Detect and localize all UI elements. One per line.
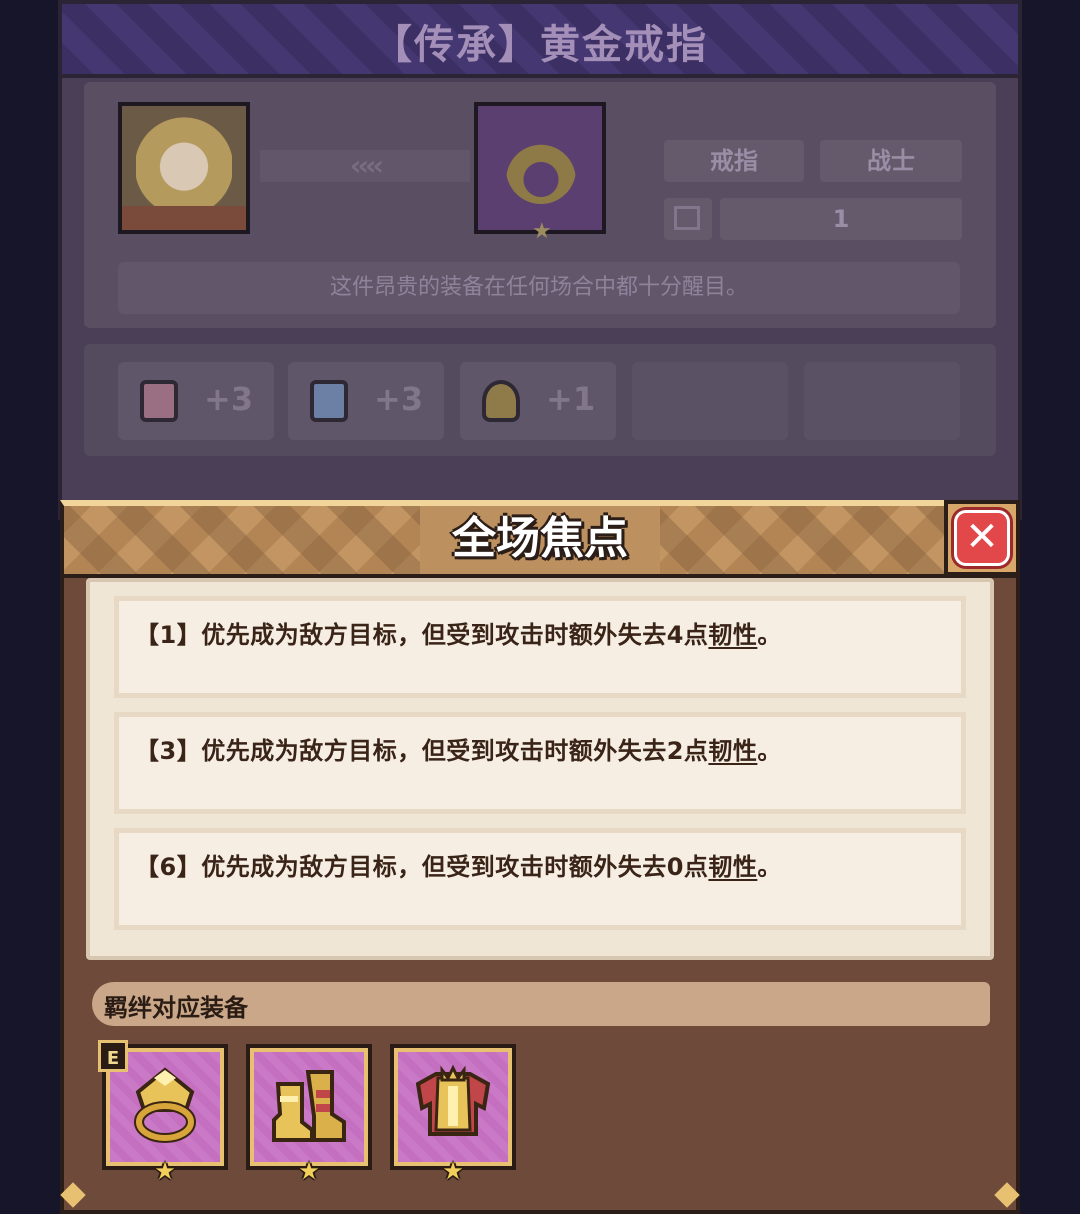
golden-ring-icon — [134, 1067, 196, 1143]
bond-item-golden-armor[interactable]: ★ — [390, 1044, 516, 1184]
equipment-slot: ★ — [474, 102, 606, 244]
equipment-type-label: 戒指 — [664, 140, 804, 182]
ring-icon — [506, 134, 576, 204]
golden-armor-icon — [415, 1064, 491, 1136]
effect-prefix: 【1】优先成为敌方目标，但受到攻击时额外失去4点 — [135, 621, 709, 649]
keyword-link-toughness[interactable]: 韧性 — [708, 621, 757, 649]
stat-armor: +3 — [118, 362, 274, 440]
effect-suffix: 。 — [757, 737, 782, 765]
bag-icon — [482, 380, 520, 422]
stat-bag: +1 — [460, 362, 616, 440]
portrait-stripe — [122, 206, 246, 230]
equipment-title: 【传承】黄金戒指 — [372, 22, 708, 68]
golden-boots-icon — [272, 1070, 346, 1142]
keyword-link-toughness[interactable]: 韧性 — [708, 853, 757, 881]
stat-empty-slot — [804, 362, 960, 440]
effect-card: 【3】优先成为敌方目标，但受到攻击时额外失去2点韧性。 — [114, 712, 966, 814]
effect-card: 【6】优先成为敌方目标，但受到攻击时额外失去0点韧性。 — [114, 828, 966, 930]
popup-title: 全场焦点 — [452, 513, 628, 564]
effect-text: 【6】优先成为敌方目标，但受到攻击时额外失去0点韧性。 — [135, 847, 782, 882]
hero-face-icon — [136, 116, 232, 208]
equipment-level-value: 1 — [720, 198, 962, 240]
keyword-link-toughness[interactable]: 韧性 — [708, 737, 757, 765]
armor-icon — [140, 380, 178, 422]
star-icon: ★ — [532, 219, 552, 244]
effect-suffix: 。 — [757, 621, 782, 649]
star-icon: ★ — [442, 1157, 464, 1185]
star-icon: ★ — [154, 1157, 176, 1185]
effect-prefix: 【3】优先成为敌方目标，但受到攻击时额外失去2点 — [135, 737, 709, 765]
effect-text: 【1】优先成为敌方目标，但受到攻击时额外失去4点韧性。 — [135, 615, 782, 650]
effect-card: 【1】优先成为敌方目标，但受到攻击时额外失去4点韧性。 — [114, 596, 966, 698]
stat-book: +3 — [288, 362, 444, 440]
effect-text: 【3】优先成为敌方目标，但受到攻击时额外失去2点韧性。 — [135, 731, 782, 766]
stat-value: +3 — [204, 380, 254, 418]
level-icon — [664, 198, 712, 240]
star-icon: ★ — [298, 1157, 320, 1185]
close-icon: ✕ — [954, 510, 1010, 566]
transfer-arrows-icon: ‹‹‹‹ — [260, 150, 470, 182]
effect-suffix: 。 — [757, 853, 782, 881]
hero-portrait — [118, 102, 250, 234]
equipment-class-label: 战士 — [820, 140, 962, 182]
book-icon — [310, 380, 348, 422]
bond-item-golden-boots[interactable]: ★ — [246, 1044, 372, 1184]
stat-value: +3 — [374, 380, 424, 418]
effect-prefix: 【6】优先成为敌方目标，但受到攻击时额外失去0点 — [135, 853, 709, 881]
close-button[interactable]: ✕ — [944, 500, 1020, 576]
stat-value: +1 — [546, 380, 596, 418]
bond-title: 羁绊对应装备 — [104, 994, 248, 1022]
stat-empty-slot — [632, 362, 788, 440]
equipment-description: 这件昂贵的装备在任何场合中都十分醒目。 — [118, 262, 960, 314]
equipped-badge: E — [98, 1040, 128, 1072]
